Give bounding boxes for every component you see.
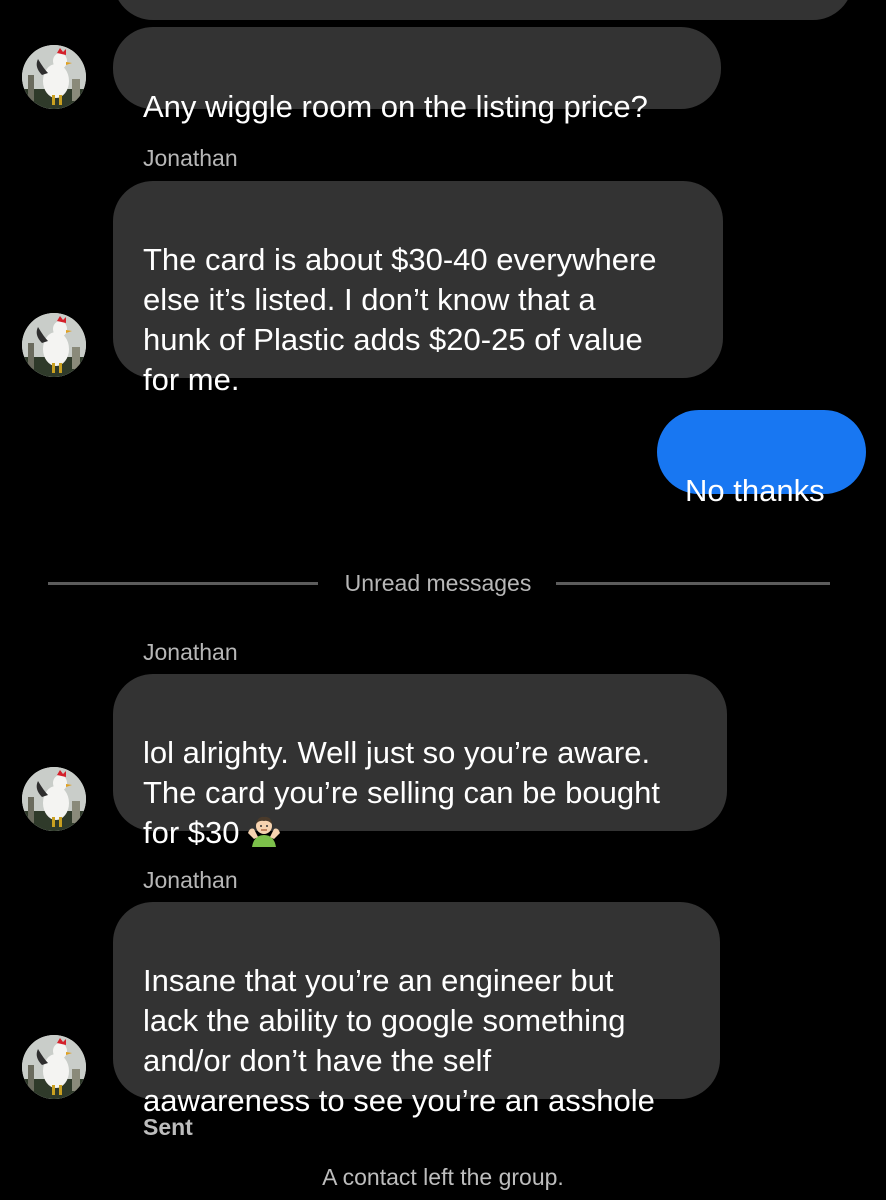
person-shrugging-emoji — [246, 813, 282, 849]
message-text: Insane that you’re an engineer but lack … — [143, 963, 655, 1118]
message-text: No thanks — [685, 473, 825, 508]
unread-divider-label: Unread messages — [344, 570, 532, 596]
divider-line-left — [48, 582, 318, 585]
contact-avatar[interactable] — [22, 1035, 86, 1099]
message-text: Any wiggle room on the listing price? — [143, 89, 648, 124]
contact-avatar[interactable] — [22, 45, 86, 109]
rooster-avatar-icon — [22, 45, 86, 109]
rooster-avatar-icon — [22, 313, 86, 377]
contact-avatar[interactable] — [22, 313, 86, 377]
message-text: The card is about $30-40 everywhere else… — [143, 242, 657, 397]
contact-avatar[interactable] — [22, 767, 86, 831]
incoming-message-bubble[interactable]: Any wiggle room on the listing price? — [113, 27, 721, 124]
message-status: Sent — [143, 1114, 193, 1140]
divider-line-right — [556, 582, 830, 585]
previous-message-bubble[interactable] — [113, 0, 853, 20]
chat-screen: Any wiggle room on the listing price? Jo… — [0, 0, 886, 1200]
incoming-message-bubble[interactable]: lol alrighty. Well just so you’re aware.… — [113, 674, 727, 850]
incoming-message-bubble[interactable]: The card is about $30-40 everywhere else… — [113, 181, 723, 397]
sender-name: Jonathan — [143, 867, 238, 893]
message-text: lol alrighty. Well just so you’re aware.… — [143, 735, 660, 850]
sender-name: Jonathan — [143, 145, 238, 171]
rooster-avatar-icon — [22, 1035, 86, 1099]
system-note: A contact left the group. — [322, 1164, 564, 1190]
incoming-message-bubble[interactable]: Insane that you’re an engineer but lack … — [113, 902, 720, 1118]
rooster-avatar-icon — [22, 767, 86, 831]
outgoing-message-bubble[interactable]: No thanks — [657, 410, 866, 508]
sender-name: Jonathan — [143, 639, 238, 665]
